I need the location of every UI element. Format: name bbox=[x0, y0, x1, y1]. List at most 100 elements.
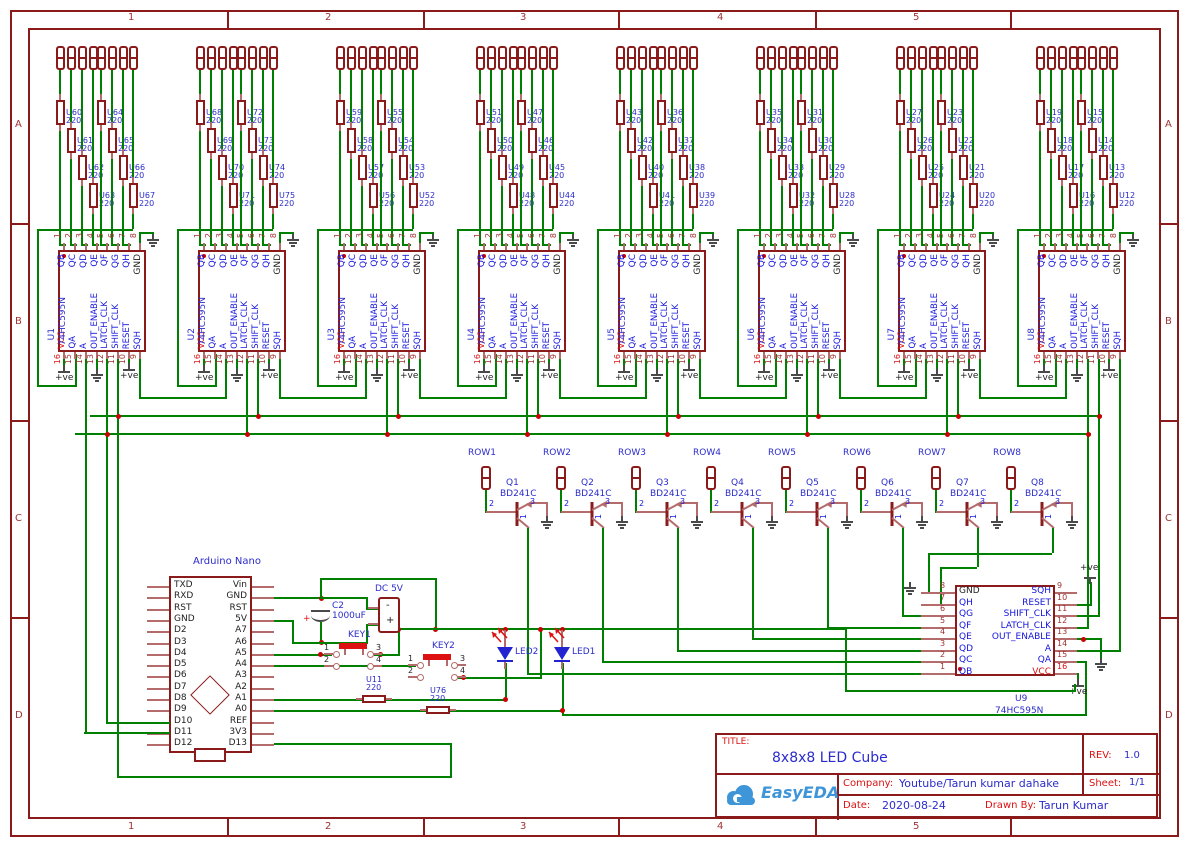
resistor[interactable] bbox=[767, 128, 776, 153]
resistor[interactable] bbox=[649, 183, 658, 208]
resistor[interactable] bbox=[1099, 155, 1108, 180]
resistor[interactable] bbox=[336, 100, 345, 125]
capacitor[interactable] bbox=[310, 600, 350, 626]
resistor[interactable] bbox=[269, 183, 278, 208]
resistor[interactable] bbox=[657, 100, 666, 125]
pin-number: 1 bbox=[614, 233, 622, 238]
resistor[interactable] bbox=[937, 100, 946, 125]
resistor[interactable] bbox=[948, 128, 957, 153]
resistor[interactable] bbox=[377, 100, 386, 125]
resistor[interactable] bbox=[959, 155, 968, 180]
resistor[interactable] bbox=[426, 706, 450, 714]
wire bbox=[619, 70, 621, 94]
resistor[interactable] bbox=[1047, 128, 1056, 153]
resistor[interactable] bbox=[347, 128, 356, 153]
resistor[interactable] bbox=[1109, 183, 1118, 208]
pin-number: 3 bbox=[636, 233, 644, 238]
resistor[interactable] bbox=[218, 155, 227, 180]
pushbutton-key2[interactable] bbox=[414, 651, 460, 681]
led[interactable] bbox=[552, 640, 572, 664]
resistor[interactable] bbox=[1036, 100, 1045, 125]
led[interactable] bbox=[495, 640, 515, 664]
resistor[interactable] bbox=[539, 155, 548, 180]
resistor[interactable] bbox=[627, 128, 636, 153]
ground-icon bbox=[916, 521, 928, 523]
wire bbox=[450, 743, 452, 778]
resistor[interactable] bbox=[918, 155, 927, 180]
resistor[interactable] bbox=[829, 183, 838, 208]
pin-name: QA bbox=[69, 336, 78, 349]
junction-dot bbox=[536, 414, 541, 419]
resistor[interactable] bbox=[679, 155, 688, 180]
resistor[interactable] bbox=[207, 128, 216, 153]
resistor[interactable] bbox=[388, 128, 397, 153]
pin-name: LATCH_CLK bbox=[1081, 301, 1090, 349]
resistor[interactable] bbox=[487, 128, 496, 153]
resistor[interactable] bbox=[369, 183, 378, 208]
resistor[interactable] bbox=[89, 183, 98, 208]
wire bbox=[376, 359, 378, 369]
resistor[interactable] bbox=[1069, 183, 1078, 208]
wire bbox=[635, 490, 637, 513]
resistor[interactable] bbox=[78, 155, 87, 180]
resistor[interactable] bbox=[638, 155, 647, 180]
resistor[interactable] bbox=[1077, 100, 1086, 125]
resistor[interactable] bbox=[797, 100, 806, 125]
wire bbox=[280, 397, 367, 399]
resistor[interactable] bbox=[97, 100, 106, 125]
resistor[interactable] bbox=[1088, 128, 1097, 153]
resistor[interactable] bbox=[362, 695, 386, 703]
resistor[interactable] bbox=[237, 100, 246, 125]
component-ref: U1 bbox=[48, 328, 58, 340]
resistor[interactable] bbox=[248, 128, 257, 153]
resistor[interactable] bbox=[129, 183, 138, 208]
resistor[interactable] bbox=[789, 183, 798, 208]
wire bbox=[940, 70, 942, 94]
pushbutton-key1[interactable] bbox=[330, 640, 376, 670]
resistor[interactable] bbox=[358, 155, 367, 180]
resistor[interactable] bbox=[56, 100, 65, 125]
pin-name: D2 bbox=[174, 626, 187, 636]
resistor[interactable] bbox=[259, 155, 268, 180]
ground-icon bbox=[906, 590, 914, 592]
resistor[interactable] bbox=[409, 183, 418, 208]
resistor[interactable] bbox=[67, 128, 76, 153]
resistor[interactable] bbox=[689, 183, 698, 208]
resistor[interactable] bbox=[756, 100, 765, 125]
junction-dot bbox=[560, 708, 565, 713]
resistor[interactable] bbox=[528, 128, 537, 153]
border-col-label: 2 bbox=[325, 13, 331, 24]
resistor[interactable] bbox=[108, 128, 117, 153]
wire bbox=[111, 159, 113, 244]
resistor[interactable] bbox=[509, 183, 518, 208]
vplus-label: +ve bbox=[55, 374, 73, 384]
schematic-canvas[interactable]: TITLE: 8x8x8 LED Cube REV: 1.0 Company: … bbox=[0, 0, 1189, 847]
resistor[interactable] bbox=[668, 128, 677, 153]
resistor[interactable] bbox=[907, 128, 916, 153]
connector-pin-mark bbox=[898, 57, 903, 59]
wire bbox=[412, 214, 414, 229]
pin-name: OUT_ENABLE bbox=[969, 633, 1051, 643]
resistor[interactable] bbox=[819, 155, 828, 180]
wire bbox=[1112, 214, 1114, 229]
resistor[interactable] bbox=[549, 183, 558, 208]
resistor[interactable] bbox=[196, 100, 205, 125]
wire bbox=[177, 229, 273, 231]
pin-line bbox=[376, 243, 378, 250]
resistor[interactable] bbox=[476, 100, 485, 125]
resistor[interactable] bbox=[969, 183, 978, 208]
resistor[interactable] bbox=[778, 155, 787, 180]
resistor[interactable] bbox=[808, 128, 817, 153]
resistor[interactable] bbox=[1058, 155, 1067, 180]
resistor[interactable] bbox=[498, 155, 507, 180]
resistor[interactable] bbox=[119, 155, 128, 180]
resistor[interactable] bbox=[929, 183, 938, 208]
resistor[interactable] bbox=[517, 100, 526, 125]
transistor-pin-number: 2 bbox=[489, 500, 494, 508]
resistor[interactable] bbox=[229, 183, 238, 208]
resistor[interactable] bbox=[616, 100, 625, 125]
resistor[interactable] bbox=[399, 155, 408, 180]
resistor[interactable] bbox=[896, 100, 905, 125]
connector-pin-mark bbox=[618, 57, 623, 59]
wire bbox=[1017, 385, 1055, 387]
